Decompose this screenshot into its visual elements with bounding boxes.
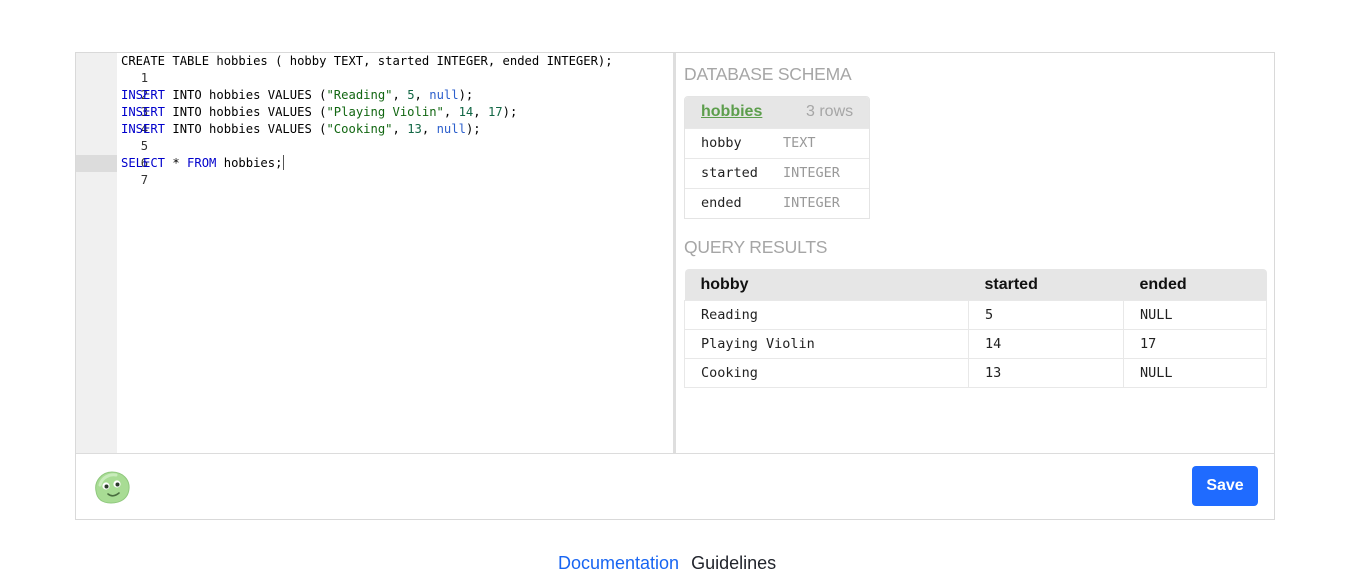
table-cell: NULL <box>1123 300 1267 330</box>
column-type: TEXT <box>783 135 816 151</box>
results-header-row: hobby started ended <box>684 269 1267 301</box>
code-line-3[interactable]: 3 INSERT INTO hobbies VALUES ("Reading",… <box>76 87 673 119</box>
number-literal: 17 <box>487 105 503 119</box>
number-literal: 13 <box>407 122 422 136</box>
table-cell: Reading <box>684 300 969 330</box>
schema-column-row: started INTEGER <box>685 158 869 188</box>
bottom-links: Documentation Guidelines <box>558 553 776 574</box>
number-literal: 14 <box>458 105 474 119</box>
null-literal: null <box>436 122 466 136</box>
column-type: INTEGER <box>783 165 840 181</box>
table-cell: 17 <box>1123 329 1267 359</box>
keyword: INSERT <box>121 122 166 136</box>
number-literal: 5 <box>407 88 415 102</box>
table-row: Cooking 13 NULL <box>684 358 1267 388</box>
results-title: QUERY RESULTS <box>684 237 828 257</box>
results-header-cell: ended <box>1123 269 1267 301</box>
text-caret <box>283 155 285 170</box>
code-editor[interactable]: 1 CREATE TABLE hobbies ( hobby TEXT, sta… <box>76 53 676 453</box>
line-number: 7 <box>140 173 149 187</box>
schema-row-count: 3 rows <box>806 103 854 120</box>
keyword: SELECT <box>121 156 166 170</box>
table-cell: 14 <box>968 329 1124 359</box>
code-fragment: INTO hobbies VALUES ( <box>165 122 327 136</box>
code-fragment: INTO hobbies VALUES ( <box>165 105 327 119</box>
schema-column-row: ended INTEGER <box>685 188 869 218</box>
string-literal: "Playing Violin" <box>326 105 444 119</box>
schema-column-row: hobby TEXT <box>685 128 869 158</box>
table-cell: 13 <box>968 358 1124 388</box>
output-panel: DATABASE SCHEMA hobbies 3 rows hobby TEX… <box>684 53 1269 453</box>
code-text[interactable]: CREATE TABLE hobbies ( hobby TEXT, start… <box>121 53 613 70</box>
column-name: ended <box>701 195 742 211</box>
code-line-7[interactable]: 7 SELECT * FROM hobbies; <box>76 155 673 187</box>
code-text[interactable]: INSERT INTO hobbies VALUES ("Cooking", 1… <box>121 121 481 138</box>
code-line-6[interactable]: 6 <box>76 138 673 170</box>
avatar-icon[interactable] <box>92 469 132 510</box>
schema-title: DATABASE SCHEMA <box>684 64 852 84</box>
code-line-5[interactable]: 5 INSERT INTO hobbies VALUES ("Cooking",… <box>76 121 673 153</box>
schema-table-link[interactable]: hobbies <box>701 103 762 121</box>
column-name: hobby <box>701 135 742 151</box>
documentation-link[interactable]: Documentation <box>558 553 679 573</box>
keyword: INSERT <box>121 88 166 102</box>
table-cell: Playing Violin <box>684 329 969 359</box>
editor-footer: Save <box>76 453 1274 520</box>
keyword: FROM <box>187 156 217 170</box>
results-header-cell: hobby <box>684 269 969 301</box>
code-fragment: INTO hobbies VALUES ( <box>165 88 327 102</box>
string-literal: "Reading" <box>326 88 393 102</box>
code-text[interactable]: INSERT INTO hobbies VALUES ("Reading", 5… <box>121 87 473 104</box>
guidelines-link[interactable]: Guidelines <box>691 553 776 573</box>
table-row: Reading 5 NULL <box>684 300 1267 330</box>
column-name: started <box>701 165 758 181</box>
column-type: INTEGER <box>783 195 840 211</box>
query-results-table: hobby started ended Reading 5 NULL Playi… <box>684 269 1267 388</box>
code-text[interactable]: INSERT INTO hobbies VALUES ("Playing Vio… <box>121 104 517 121</box>
table-cell: Cooking <box>684 358 969 388</box>
table-row: Playing Violin 14 17 <box>684 329 1267 359</box>
table-cell: NULL <box>1123 358 1267 388</box>
keyword: INSERT <box>121 105 166 119</box>
schema-table-header: hobbies 3 rows <box>685 97 869 128</box>
code-line-1[interactable]: 1 CREATE TABLE hobbies ( hobby TEXT, sta… <box>76 53 673 85</box>
code-line-2[interactable]: 2 <box>76 70 673 102</box>
results-header-cell: started <box>968 269 1124 301</box>
sql-program-frame: 1 CREATE TABLE hobbies ( hobby TEXT, sta… <box>75 52 1275 520</box>
code-line-4[interactable]: 4 INSERT INTO hobbies VALUES ("Playing V… <box>76 104 673 136</box>
code-text[interactable]: SELECT * FROM hobbies; <box>121 155 285 172</box>
table-cell: 5 <box>968 300 1124 330</box>
schema-table-card: hobbies 3 rows hobby TEXT started INTEGE… <box>684 96 870 219</box>
null-literal: null <box>429 88 459 102</box>
save-button[interactable]: Save <box>1192 466 1258 506</box>
string-literal: "Cooking" <box>326 122 393 136</box>
